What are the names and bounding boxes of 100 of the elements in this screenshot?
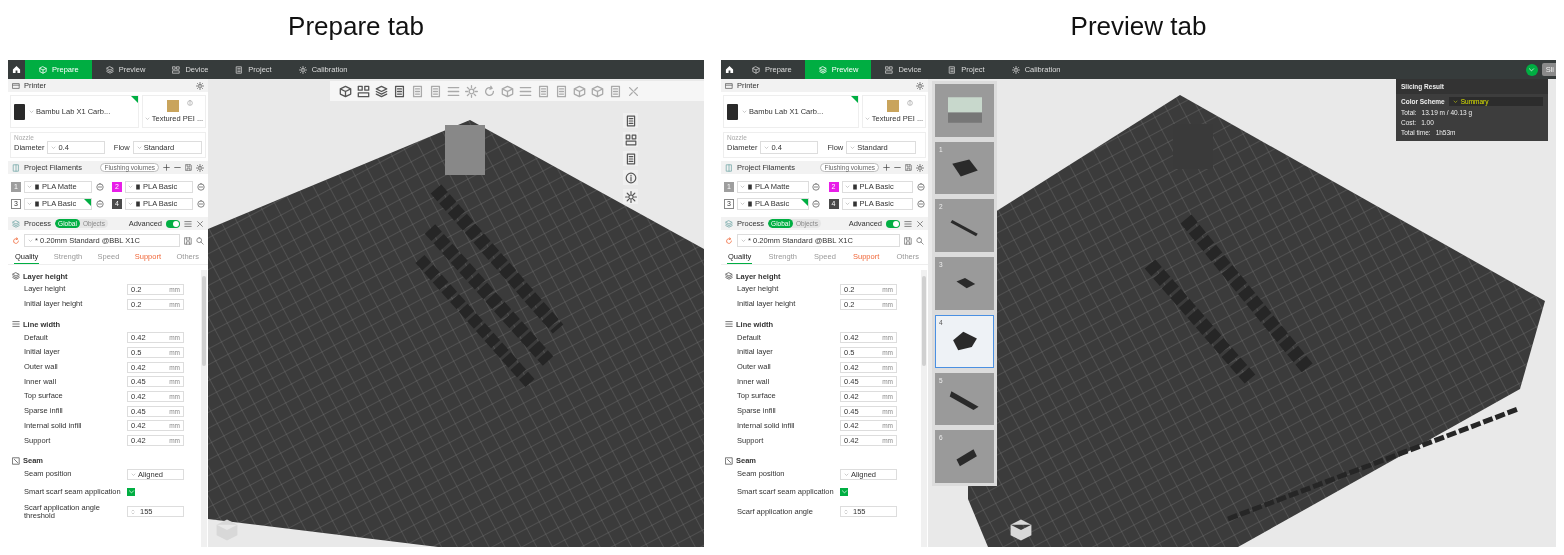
lines-icon: [12, 320, 20, 329]
process-icon: [725, 219, 733, 228]
plate-drawing: [947, 97, 982, 124]
advanced-switch[interactable]: [166, 219, 180, 228]
caret-icon: [27, 184, 32, 189]
toolbar-button[interactable]: [356, 83, 371, 99]
figure-caption: Preview tab: [1069, 9, 1208, 43]
add-icon: [883, 164, 890, 171]
toolbar-button[interactable]: [338, 83, 353, 99]
toolbar-button[interactable]: [374, 83, 389, 99]
caret-icon: [136, 145, 142, 150]
seam-icon: [12, 456, 20, 465]
spool-icon: [851, 183, 858, 190]
caret-icon: [144, 116, 150, 121]
tool-icon: [624, 190, 637, 203]
tool-icon: [624, 114, 637, 127]
caret-icon: [1528, 66, 1536, 73]
tool-icon: [519, 84, 532, 98]
spool-icon: [747, 183, 753, 190]
printer-icon: [725, 81, 733, 90]
tool-icon: [393, 84, 406, 98]
document-icon: [948, 65, 957, 74]
caret-icon: [29, 109, 34, 114]
filament-icon: [725, 163, 733, 172]
cube-icon: [39, 65, 47, 74]
caret-icon: [844, 201, 850, 206]
tool-icon: [624, 152, 637, 165]
orientation-cube-icon: [1008, 517, 1034, 543]
spool-icon: [851, 200, 858, 207]
remove-icon: [174, 164, 181, 171]
modified-marker: [84, 198, 91, 206]
add-icon: [163, 164, 170, 171]
compare-icon: [916, 219, 924, 228]
caret-icon: [741, 238, 746, 243]
tool-icon: [591, 84, 604, 98]
toolbar-button[interactable]: [392, 83, 407, 99]
refresh-icon: [12, 236, 20, 245]
list-icon: [904, 219, 912, 228]
tool-icon: [357, 84, 370, 98]
printer-icon: [12, 81, 20, 90]
printer-image: [727, 103, 738, 120]
checkbox[interactable]: [127, 487, 135, 496]
save-icon: [184, 236, 192, 245]
search-icon: [916, 236, 924, 245]
tool-icon: [411, 84, 424, 98]
cube-icon: [752, 65, 760, 74]
caret-icon: [1452, 99, 1458, 104]
lines-icon: [725, 320, 733, 329]
filament-icon: [12, 163, 20, 172]
caret-icon: [864, 116, 870, 121]
remove-icon: [894, 164, 901, 171]
home-icon: [12, 65, 21, 74]
gear-icon: [1011, 65, 1020, 74]
tool-icon: [609, 84, 622, 98]
device-icon: [885, 65, 894, 74]
caret-icon: [131, 471, 136, 477]
refresh-icon: [725, 236, 733, 245]
tool-icon: [429, 84, 442, 98]
settings-icon: [916, 163, 924, 172]
printer-image: [14, 103, 25, 120]
compare-icon: [196, 219, 204, 228]
info-icon: [907, 100, 913, 106]
caret-icon: [128, 184, 133, 189]
tool-icon: [537, 84, 550, 98]
layers-icon: [818, 65, 827, 74]
spool-icon: [747, 200, 753, 207]
tool-icon: [447, 84, 460, 98]
caret-icon: [844, 471, 849, 477]
tool-icon: [573, 84, 586, 98]
modified-marker: [800, 198, 808, 206]
advanced-switch[interactable]: [886, 219, 900, 228]
tool-icon: [501, 84, 514, 98]
seam-icon: [725, 456, 733, 465]
toolbar-button[interactable]: [623, 113, 638, 128]
settings-icon: [196, 163, 204, 172]
tool-icon: [483, 84, 496, 98]
caret-icon: [740, 201, 745, 206]
caret-icon: [28, 238, 33, 243]
figure-caption: Prepare tab: [287, 9, 425, 43]
caret-icon: [764, 145, 770, 150]
process-icon: [12, 219, 20, 228]
tool-icon: [375, 84, 388, 98]
orientation-cube-icon: [214, 517, 240, 543]
toolbar-button[interactable]: [623, 189, 638, 204]
tool-icon: [555, 84, 568, 98]
plate-thumbnail[interactable]: [935, 84, 994, 137]
document-icon: [235, 65, 244, 74]
dropdown-button[interactable]: [1525, 63, 1538, 76]
tool-icon: [465, 84, 478, 98]
layers-icon: [105, 65, 114, 74]
checkbox[interactable]: [840, 487, 848, 496]
home-icon: [725, 65, 734, 74]
toolbar-button[interactable]: [623, 170, 638, 185]
caret-icon: [51, 145, 57, 150]
toolbar-button[interactable]: [623, 132, 638, 147]
check-icon: [840, 488, 848, 496]
toolbar-button[interactable]: [623, 151, 638, 166]
list-icon: [184, 219, 192, 228]
settings-icon: [916, 81, 924, 90]
spool-icon: [135, 200, 141, 207]
